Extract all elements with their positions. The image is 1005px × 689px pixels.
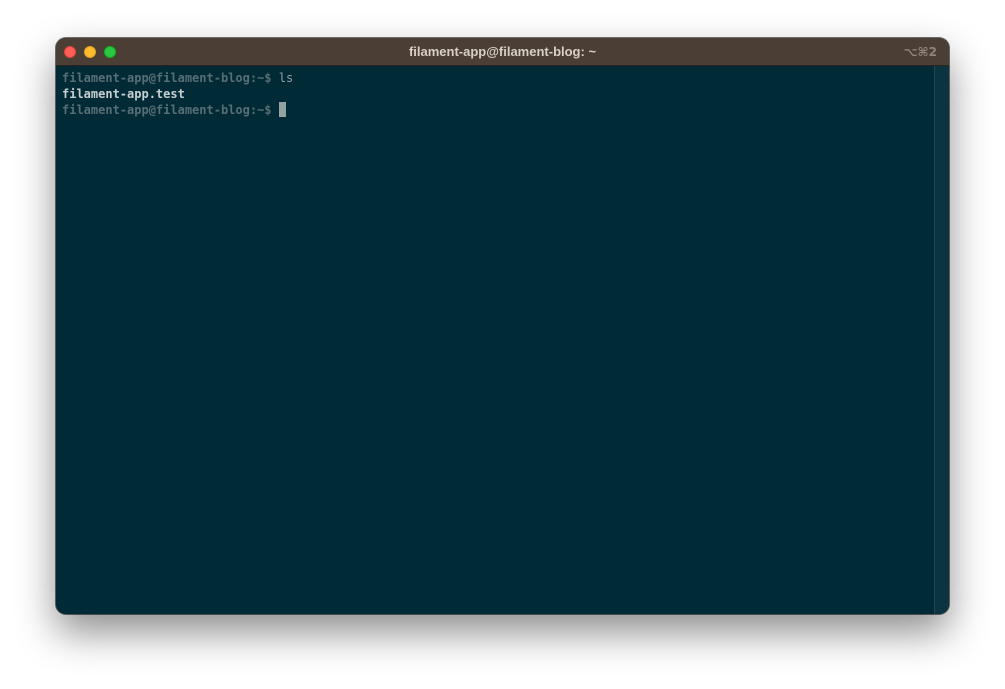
shell-prompt: filament-app@filament-blog:~$ [62, 103, 279, 117]
window-shortcut: ⌥⌘2 [903, 45, 937, 59]
text-cursor [278, 102, 286, 117]
command-text: ls [278, 71, 294, 85]
scrollbar[interactable] [934, 66, 949, 614]
terminal-window: filament-app@filament-blog: ~ ⌥⌘2 filame… [56, 38, 949, 614]
terminal-line: filament-app.test [62, 86, 934, 102]
terminal-content[interactable]: filament-app@filament-blog:~$ ls filamen… [56, 66, 934, 614]
command-output: filament-app.test [62, 87, 185, 101]
window-title: filament-app@filament-blog: ~ [408, 44, 597, 59]
terminal-line: filament-app@filament-blog:~$ ls [62, 70, 934, 86]
title-bar[interactable]: filament-app@filament-blog: ~ ⌥⌘2 [56, 38, 949, 66]
terminal-line: filament-app@filament-blog:~$ [62, 102, 934, 118]
shell-prompt: filament-app@filament-blog:~$ [62, 71, 279, 85]
